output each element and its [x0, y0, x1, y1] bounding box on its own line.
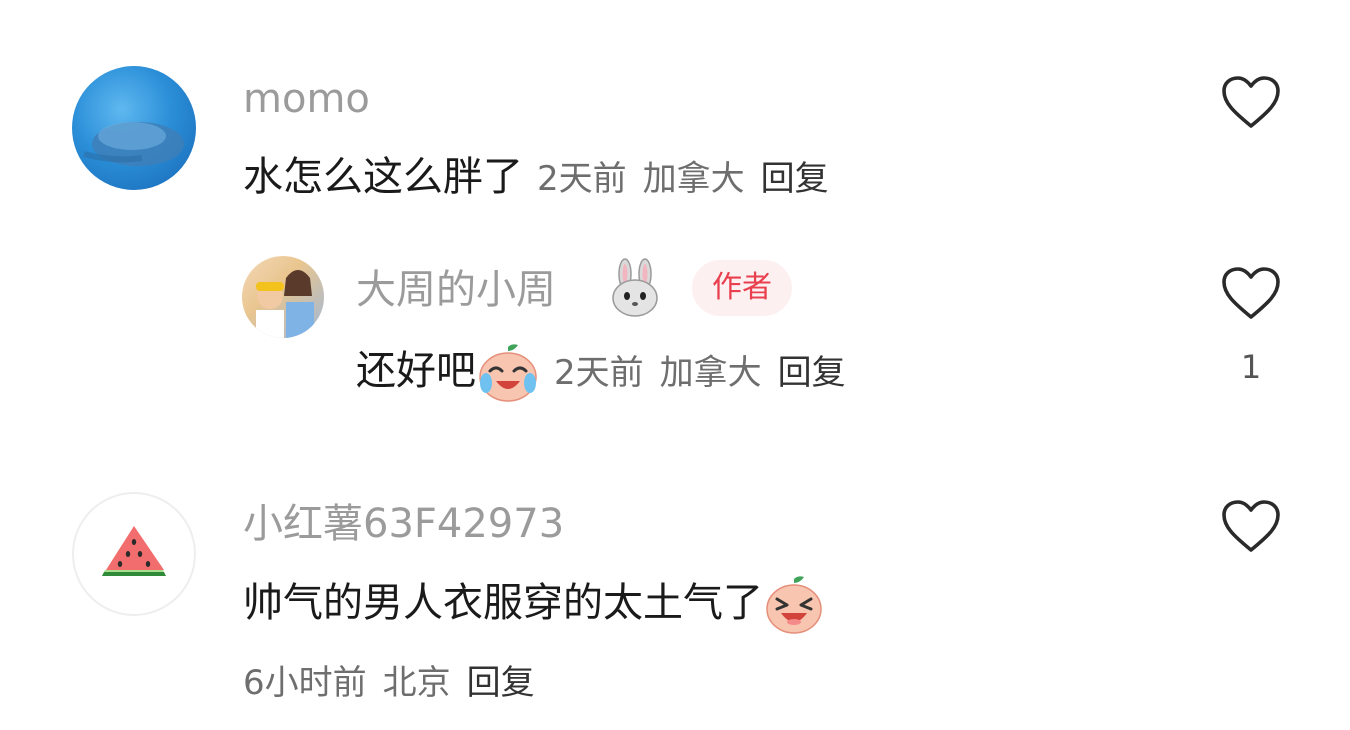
whale-icon [83, 122, 184, 166]
comment-text: 帅气的男人衣服穿的太土气了 [243, 580, 763, 626]
reply-button[interactable]: 回复 [778, 353, 846, 393]
watermelon-slice-icon [102, 526, 166, 576]
heart-icon[interactable] [1220, 265, 1282, 321]
comment-location: 加拿大 [659, 353, 762, 393]
avatar[interactable] [242, 256, 324, 338]
username[interactable]: momo [243, 75, 370, 123]
comment-text-row: 还好吧 2天前 加拿大 回复 [356, 343, 846, 403]
author-badge: 作者 [692, 260, 792, 316]
comment-meta-row: 6小时前 北京 回复 [243, 658, 535, 708]
like-count: 1 [1240, 348, 1262, 386]
heart-icon[interactable] [1220, 498, 1282, 554]
comment-location: 北京 [382, 663, 451, 703]
comment-text: 水怎么这么胖了 [243, 154, 523, 200]
couple-photo-icon [256, 270, 314, 338]
username[interactable]: 小红薯63F42973 [243, 500, 564, 548]
comment-time: 2天前 [554, 353, 644, 393]
avatar[interactable] [72, 66, 196, 190]
laughing-peach-icon [766, 576, 822, 634]
comment-location: 加拿大 [642, 159, 745, 199]
comment-time: 2天前 [537, 159, 627, 199]
reply-button[interactable]: 回复 [467, 663, 535, 703]
comment-time: 6小时前 [243, 663, 367, 703]
heart-icon[interactable] [1220, 74, 1282, 130]
bunny-face-icon [612, 258, 658, 317]
avatar[interactable] [72, 492, 196, 616]
reply-button[interactable]: 回复 [761, 159, 829, 199]
username[interactable]: 大周的小周 [356, 266, 556, 314]
comment-text-row: 水怎么这么胖了 2天前 加拿大 回复 [243, 152, 829, 204]
comment-text-row: 帅气的男人衣服穿的太土气了 [243, 575, 825, 635]
crying-laughing-peach-icon [479, 344, 537, 402]
comment-text: 还好吧 [356, 348, 476, 394]
